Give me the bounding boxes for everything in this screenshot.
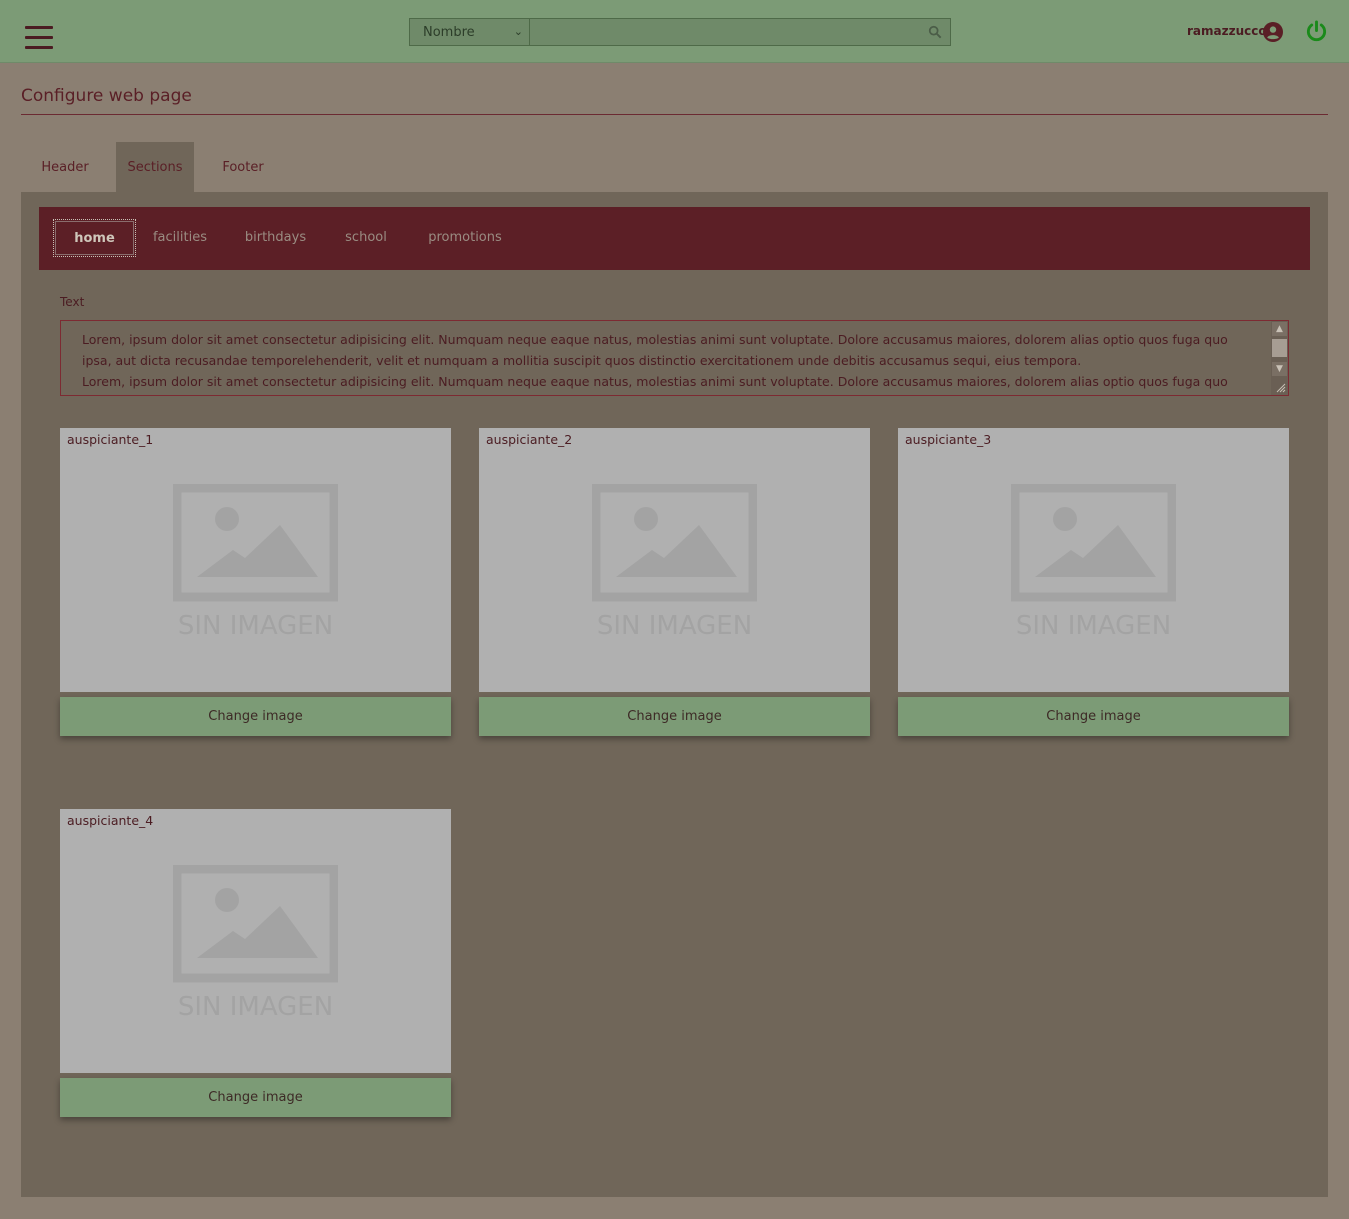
power-icon[interactable]	[1305, 20, 1328, 43]
scroll-down-icon[interactable]: ▼	[1272, 362, 1287, 376]
search-input[interactable]	[529, 18, 951, 46]
sponsor-image: auspiciante_1 SIN IMAGEN	[60, 428, 451, 692]
tab-sections[interactable]: Sections	[116, 142, 194, 192]
section-tab-birthdays[interactable]: birthdays	[234, 219, 317, 257]
sections-panel: home facilities birthdays school promoti…	[21, 192, 1328, 1197]
sponsor-caption: auspiciante_1	[67, 432, 154, 447]
tab-header[interactable]: Header	[21, 142, 109, 192]
hamburger-menu-icon[interactable]	[25, 26, 53, 50]
user-circle-icon[interactable]	[1263, 22, 1283, 42]
section-tab-home[interactable]: home	[53, 219, 136, 257]
scroll-up-icon[interactable]: ▲	[1272, 322, 1287, 336]
search-icon[interactable]	[928, 25, 942, 39]
search-field-select-value: Nombre	[423, 25, 475, 40]
text-field-value: Lorem, ipsum dolor sit amet consectetur …	[82, 332, 1228, 389]
sponsor-caption: auspiciante_4	[67, 813, 154, 828]
chevron-down-icon: ⌄	[513, 25, 523, 38]
sponsor-image: auspiciante_3 SIN IMAGEN	[898, 428, 1289, 692]
change-image-button[interactable]: Change image	[479, 697, 870, 736]
section-tab-facilities[interactable]: facilities	[144, 219, 216, 257]
top-bar: Nombre ⌄ ramazzucco	[0, 0, 1349, 63]
section-nav: home facilities birthdays school promoti…	[39, 207, 1310, 270]
search-field-select[interactable]: Nombre ⌄	[409, 18, 530, 46]
image-placeholder-icon: SIN IMAGEN	[173, 865, 338, 1021]
change-image-button[interactable]: Change image	[898, 697, 1289, 736]
image-placeholder-icon: SIN IMAGEN	[592, 484, 757, 640]
page-title: Configure web page	[21, 86, 192, 106]
sponsor-image: auspiciante_4 SIN IMAGEN	[60, 809, 451, 1073]
sponsor-image: auspiciante_2 SIN IMAGEN	[479, 428, 870, 692]
change-image-button[interactable]: Change image	[60, 697, 451, 736]
placeholder-text: SIN IMAGEN	[178, 611, 333, 640]
placeholder-text: SIN IMAGEN	[1016, 611, 1171, 640]
username[interactable]: ramazzucco	[1187, 24, 1267, 38]
text-field-label: Text	[60, 295, 85, 309]
image-placeholder-icon: SIN IMAGEN	[173, 484, 338, 640]
image-placeholder-icon: SIN IMAGEN	[1011, 484, 1176, 640]
sponsor-caption: auspiciante_2	[486, 432, 573, 447]
title-divider	[21, 114, 1328, 115]
text-field-textarea[interactable]: Lorem, ipsum dolor sit amet consectetur …	[60, 320, 1289, 396]
section-tab-school[interactable]: school	[334, 219, 398, 257]
tab-footer[interactable]: Footer	[200, 142, 286, 192]
change-image-button[interactable]: Change image	[60, 1078, 451, 1117]
section-tab-promotions[interactable]: promotions	[415, 219, 515, 257]
resize-handle-icon[interactable]	[1274, 381, 1286, 393]
sponsor-caption: auspiciante_3	[905, 432, 992, 447]
scroll-thumb[interactable]	[1272, 339, 1287, 357]
search-bar: Nombre ⌄	[409, 18, 951, 46]
placeholder-text: SIN IMAGEN	[597, 611, 752, 640]
placeholder-text: SIN IMAGEN	[178, 992, 333, 1021]
